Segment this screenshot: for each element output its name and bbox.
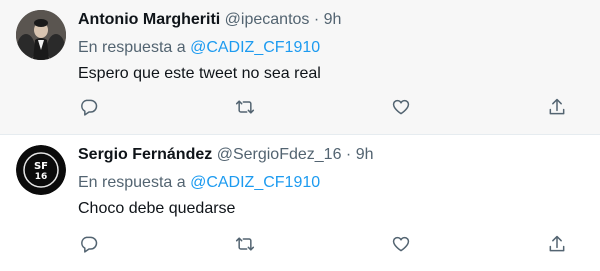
reply-mention-link[interactable]: @CADIZ_CF1910: [190, 39, 320, 56]
author-name[interactable]: Antonio Margheriti: [78, 11, 220, 28]
avatar-text-bottom: 16: [35, 172, 48, 182]
retweet-button[interactable]: [234, 96, 256, 118]
timestamp[interactable]: 9h: [356, 146, 374, 163]
like-button[interactable]: [390, 233, 412, 255]
avatar[interactable]: [16, 10, 66, 60]
avatar[interactable]: SF 16: [16, 145, 66, 195]
reply-context: En respuesta a @CADIZ_CF1910: [78, 173, 584, 193]
tweet-actions: [78, 233, 568, 255]
author-handle[interactable]: @SergioFdez_16: [217, 146, 342, 163]
like-icon: [392, 99, 410, 115]
tweet-text: Choco debe quedarse: [78, 200, 236, 217]
author-name[interactable]: Sergio Fernández: [78, 146, 212, 163]
share-button[interactable]: [546, 233, 568, 255]
share-icon: [549, 98, 565, 115]
avatar-text-top: SF: [34, 161, 48, 172]
share-button[interactable]: [546, 96, 568, 118]
tweet-item[interactable]: Antonio Margheriti @ipecantos · 9h En re…: [0, 0, 600, 135]
retweet-icon: [235, 100, 255, 114]
like-icon: [392, 236, 410, 252]
share-icon: [549, 235, 565, 252]
reply-mention-link[interactable]: @CADIZ_CF1910: [190, 174, 320, 191]
reply-button[interactable]: [78, 96, 100, 118]
tweet-header: Sergio Fernández @SergioFdez_16 · 9h: [78, 145, 584, 167]
tweet-item[interactable]: SF 16 Sergio Fernández @SergioFdez_16 · …: [0, 135, 600, 271]
reply-prefix: En respuesta a: [78, 174, 186, 191]
reply-icon: [81, 236, 98, 253]
separator: ·: [345, 146, 352, 163]
reply-context: En respuesta a @CADIZ_CF1910: [78, 38, 584, 58]
timestamp[interactable]: 9h: [324, 11, 342, 28]
author-handle[interactable]: @ipecantos: [225, 11, 310, 28]
reply-button[interactable]: [78, 233, 100, 255]
like-button[interactable]: [390, 96, 412, 118]
tweet-actions: [78, 96, 568, 118]
reply-prefix: En respuesta a: [78, 39, 186, 56]
retweet-icon: [235, 237, 255, 251]
tweet-header: Antonio Margheriti @ipecantos · 9h: [78, 10, 584, 32]
reply-icon: [81, 99, 98, 116]
retweet-button[interactable]: [234, 233, 256, 255]
tweet-text: Espero que este tweet no sea real: [78, 65, 321, 82]
separator: ·: [313, 11, 320, 28]
